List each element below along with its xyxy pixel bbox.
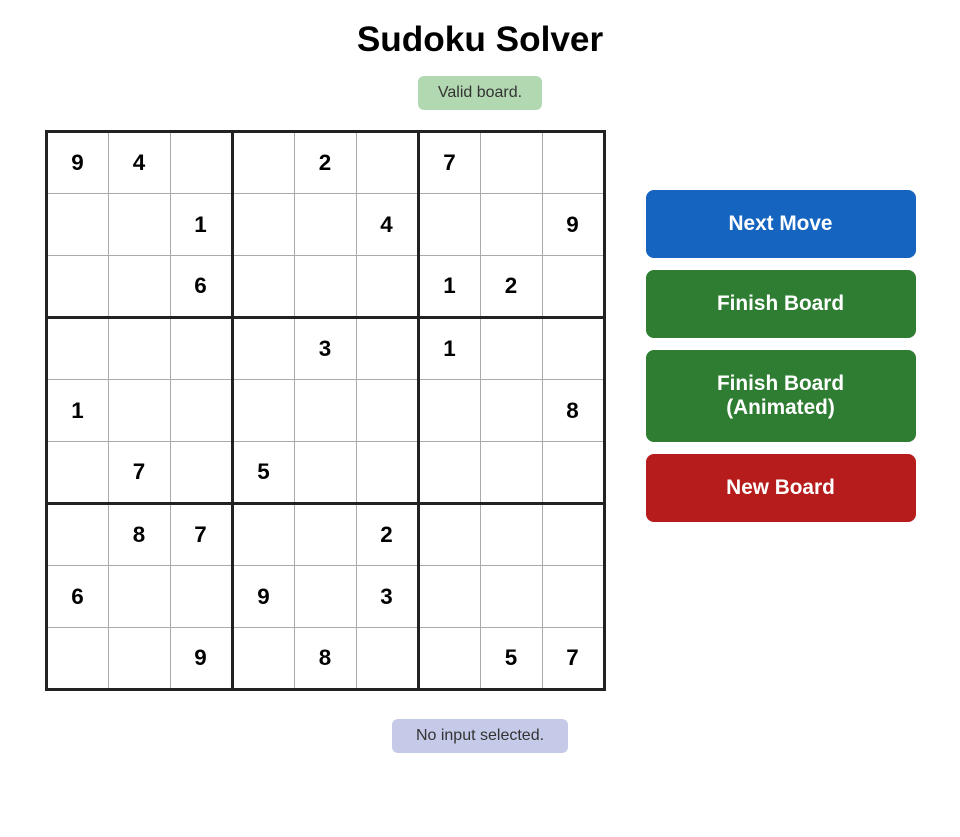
grid-cell[interactable] — [294, 504, 356, 566]
grid-cell[interactable] — [46, 504, 108, 566]
grid-cell[interactable] — [542, 504, 604, 566]
sudoku-grid: 94271496123118758726939857 — [45, 130, 606, 691]
page-title: Sudoku Solver — [357, 20, 603, 60]
grid-cell[interactable] — [46, 628, 108, 690]
grid-cell[interactable] — [542, 256, 604, 318]
grid-cell[interactable]: 1 — [418, 256, 480, 318]
grid-cell[interactable]: 2 — [356, 504, 418, 566]
grid-cell[interactable] — [480, 442, 542, 504]
grid-cell[interactable] — [418, 566, 480, 628]
grid-cell[interactable] — [356, 442, 418, 504]
sudoku-container: 94271496123118758726939857 — [45, 130, 606, 691]
grid-cell[interactable] — [232, 256, 294, 318]
grid-cell[interactable] — [170, 380, 232, 442]
grid-cell[interactable] — [108, 380, 170, 442]
grid-cell[interactable]: 4 — [108, 132, 170, 194]
grid-cell[interactable] — [170, 132, 232, 194]
grid-cell[interactable]: 1 — [170, 194, 232, 256]
grid-cell[interactable] — [46, 442, 108, 504]
grid-cell[interactable] — [46, 194, 108, 256]
bottom-status-badge: No input selected. — [392, 719, 568, 753]
grid-cell[interactable]: 4 — [356, 194, 418, 256]
grid-cell[interactable]: 7 — [418, 132, 480, 194]
grid-cell[interactable] — [232, 132, 294, 194]
grid-cell[interactable]: 8 — [542, 380, 604, 442]
grid-cell[interactable] — [46, 256, 108, 318]
grid-cell[interactable]: 5 — [232, 442, 294, 504]
grid-cell[interactable] — [232, 380, 294, 442]
grid-cell[interactable] — [480, 380, 542, 442]
grid-cell[interactable]: 1 — [46, 380, 108, 442]
grid-cell[interactable] — [294, 256, 356, 318]
grid-cell[interactable]: 9 — [170, 628, 232, 690]
finish-board-animated-button[interactable]: Finish Board (Animated) — [646, 350, 916, 442]
grid-cell[interactable]: 7 — [170, 504, 232, 566]
grid-cell[interactable] — [170, 318, 232, 380]
grid-cell[interactable]: 9 — [46, 132, 108, 194]
grid-cell[interactable] — [294, 194, 356, 256]
grid-cell[interactable] — [542, 132, 604, 194]
grid-cell[interactable] — [542, 442, 604, 504]
grid-cell[interactable] — [108, 256, 170, 318]
grid-cell[interactable] — [232, 628, 294, 690]
grid-cell[interactable] — [356, 132, 418, 194]
grid-cell[interactable] — [232, 318, 294, 380]
grid-cell[interactable] — [542, 566, 604, 628]
new-board-button[interactable]: New Board — [646, 454, 916, 522]
grid-cell[interactable]: 8 — [108, 504, 170, 566]
grid-cell[interactable] — [170, 566, 232, 628]
grid-cell[interactable] — [294, 380, 356, 442]
grid-cell[interactable] — [356, 380, 418, 442]
grid-cell[interactable] — [418, 380, 480, 442]
grid-cell[interactable]: 6 — [170, 256, 232, 318]
grid-cell[interactable]: 9 — [542, 194, 604, 256]
grid-cell[interactable] — [480, 194, 542, 256]
valid-status-badge: Valid board. — [418, 76, 542, 110]
main-area: 94271496123118758726939857 Next Move Fin… — [45, 130, 916, 691]
grid-cell[interactable] — [46, 318, 108, 380]
grid-cell[interactable] — [356, 256, 418, 318]
grid-cell[interactable] — [418, 504, 480, 566]
grid-cell[interactable]: 9 — [232, 566, 294, 628]
grid-cell[interactable] — [542, 318, 604, 380]
grid-cell[interactable]: 7 — [542, 628, 604, 690]
grid-cell[interactable] — [480, 318, 542, 380]
grid-cell[interactable] — [232, 504, 294, 566]
grid-cell[interactable] — [108, 194, 170, 256]
grid-cell[interactable]: 2 — [294, 132, 356, 194]
grid-cell[interactable] — [232, 194, 294, 256]
grid-cell[interactable] — [418, 194, 480, 256]
grid-cell[interactable]: 8 — [294, 628, 356, 690]
grid-cell[interactable] — [418, 628, 480, 690]
grid-cell[interactable] — [294, 566, 356, 628]
grid-cell[interactable] — [356, 628, 418, 690]
grid-cell[interactable] — [356, 318, 418, 380]
finish-board-button[interactable]: Finish Board — [646, 270, 916, 338]
grid-cell[interactable]: 7 — [108, 442, 170, 504]
grid-cell[interactable] — [108, 566, 170, 628]
grid-cell[interactable]: 1 — [418, 318, 480, 380]
grid-cell[interactable]: 6 — [46, 566, 108, 628]
grid-cell[interactable]: 2 — [480, 256, 542, 318]
grid-cell[interactable] — [108, 318, 170, 380]
grid-cell[interactable] — [294, 442, 356, 504]
buttons-panel: Next Move Finish Board Finish Board (Ani… — [646, 190, 916, 522]
grid-cell[interactable]: 5 — [480, 628, 542, 690]
next-move-button[interactable]: Next Move — [646, 190, 916, 258]
grid-cell[interactable] — [170, 442, 232, 504]
grid-cell[interactable] — [480, 132, 542, 194]
grid-cell[interactable] — [480, 566, 542, 628]
grid-cell[interactable] — [480, 504, 542, 566]
grid-cell[interactable] — [108, 628, 170, 690]
grid-cell[interactable]: 3 — [356, 566, 418, 628]
grid-cell[interactable]: 3 — [294, 318, 356, 380]
grid-cell[interactable] — [418, 442, 480, 504]
